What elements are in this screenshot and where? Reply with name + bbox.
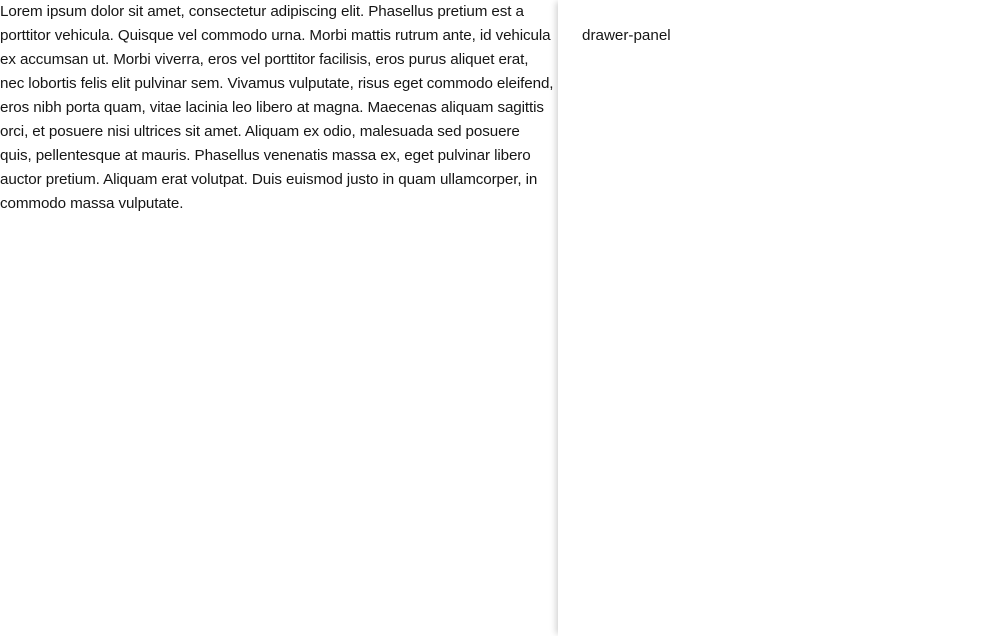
drawer-content: Lorem ipsum dolor sit amet, consectetur … — [0, 0, 558, 636]
body-text: Lorem ipsum dolor sit amet, consectetur … — [0, 3, 554, 212]
drawer: Lorem ipsum dolor sit amet, consectetur … — [0, 0, 1008, 636]
drawer-panel: drawer-panel — [558, 0, 1008, 636]
drawer-panel-label: drawer-panel — [582, 27, 671, 44]
